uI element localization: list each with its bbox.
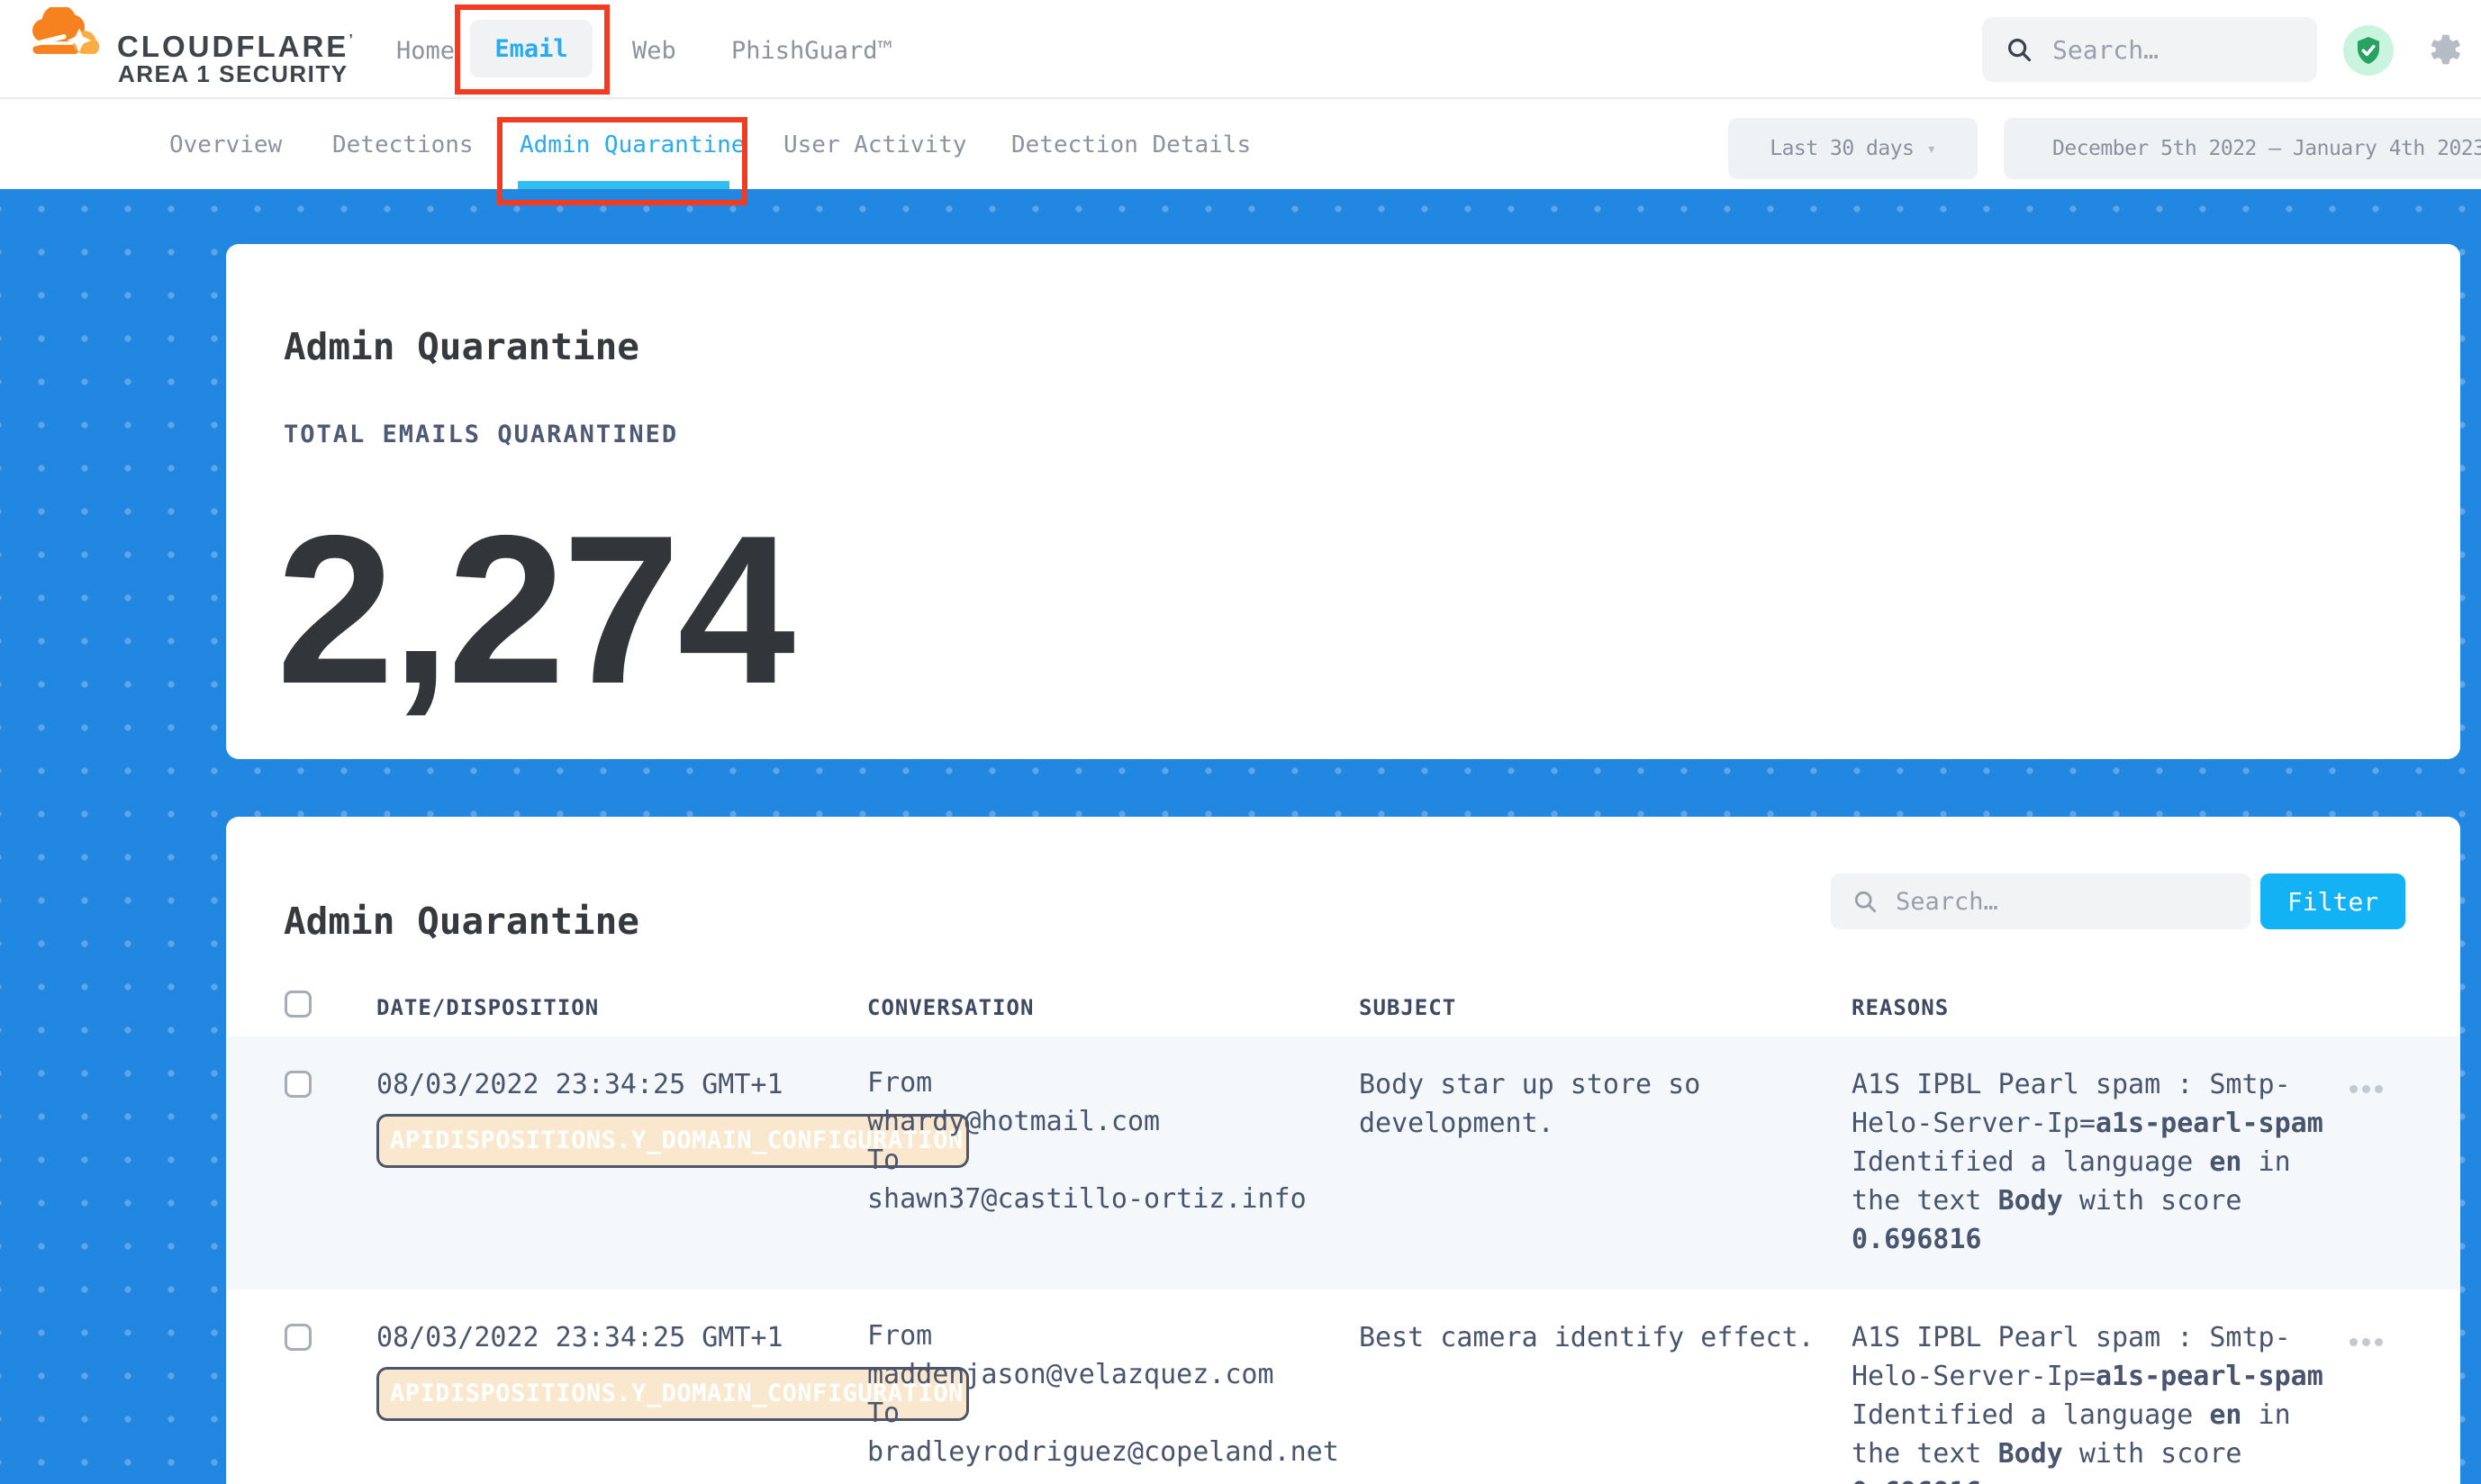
chevron-down-icon: ▾ [1926, 140, 1935, 158]
global-search-input[interactable] [2051, 34, 2270, 66]
row-subject: Best camera identify effect. [1359, 1318, 1850, 1357]
row-subject: Body star up store so development. [1359, 1065, 1850, 1143]
area1-dashboard: CLOUDFLARE’ AREA 1 SECURITY Home Email W… [0, 0, 2481, 1484]
row-conversation: Frommaddenjason@velazquez.comTobradleyro… [867, 1317, 1372, 1471]
filter-button[interactable]: Filter [2260, 873, 2405, 929]
summary-card-title: Admin Quarantine [284, 325, 639, 368]
search-icon [1852, 889, 1878, 914]
row-checkbox[interactable] [285, 1071, 312, 1098]
date-range-label: December 5th 2022 — January 4th 2023 [2052, 137, 2481, 160]
nav-item-phishguard[interactable]: PhishGuard™ [731, 37, 892, 65]
protection-status-badge[interactable] [2343, 25, 2394, 76]
select-all-checkbox[interactable] [285, 991, 312, 1018]
tab-admin-quarantine[interactable]: Admin Quarantine [520, 131, 745, 158]
brand-trademark: ’ [349, 32, 352, 48]
column-header-conversation[interactable]: CONVERSATION [867, 995, 1034, 1020]
quarantine-table-card: Admin Quarantine Filter DATE/DISPOSITION… [226, 817, 2460, 1484]
table-search [1831, 873, 2250, 929]
nav-item-email-label: Email [494, 35, 567, 63]
row-actions-ellipsis-icon[interactable] [2350, 1338, 2383, 1346]
row-reasons: A1S IPBL Pearl spam : Smtp-Helo-Server-I… [1852, 1318, 2333, 1484]
table-row[interactable]: 08/03/2022 23:34:25 GMT+1 APIDISPOSITION… [226, 1289, 2460, 1484]
row-conversation: Fromwhardy@hotmail.comToshawn37@castillo… [867, 1063, 1372, 1218]
time-range-dropdown[interactable]: Last 30 days ▾ [1728, 118, 1978, 179]
total-quarantined-label: TOTAL EMAILS QUARANTINED [284, 421, 678, 448]
row-date: 08/03/2022 23:34:25 GMT+1 [376, 1318, 783, 1357]
row-checkbox[interactable] [285, 1324, 312, 1351]
tab-detections[interactable]: Detections [332, 131, 474, 158]
row-reasons: A1S IPBL Pearl spam : Smtp-Helo-Server-I… [1852, 1065, 2333, 1259]
shield-check-icon [2352, 34, 2385, 67]
cloudflare-logo-icon[interactable] [27, 7, 110, 58]
active-tab-underline [518, 181, 729, 189]
nav-item-email[interactable]: Email [470, 20, 593, 77]
nav-item-web[interactable]: Web [632, 37, 676, 65]
table-row[interactable]: 08/03/2022 23:34:25 GMT+1 APIDISPOSITION… [226, 1036, 2460, 1289]
table-card-title: Admin Quarantine [284, 900, 639, 943]
total-quarantined-value: 2,274 [276, 503, 792, 715]
settings-gear-icon[interactable] [2421, 28, 2464, 71]
quarantine-summary-card: Admin Quarantine TOTAL EMAILS QUARANTINE… [226, 244, 2460, 759]
tab-user-activity[interactable]: User Activity [783, 131, 967, 158]
top-bar: CLOUDFLARE’ AREA 1 SECURITY Home Email W… [0, 0, 2481, 99]
tab-overview[interactable]: Overview [169, 131, 282, 158]
global-search [1982, 17, 2317, 82]
time-range-label: Last 30 days [1770, 137, 1914, 160]
column-header-date-disposition[interactable]: DATE/DISPOSITION [376, 995, 599, 1020]
brand-cloudflare: CLOUDFLARE’ [117, 30, 353, 64]
search-icon [2006, 36, 2033, 63]
brand-area1-security: AREA 1 SECURITY [118, 60, 349, 88]
email-sub-nav: Overview Detections Admin Quarantine Use… [0, 99, 2481, 189]
column-header-reasons[interactable]: REASONS [1852, 995, 1949, 1020]
nav-item-home[interactable]: Home [396, 37, 455, 65]
date-range-picker[interactable]: December 5th 2022 — January 4th 2023 [2004, 118, 2481, 179]
table-search-input[interactable] [1894, 887, 2195, 917]
row-actions-ellipsis-icon[interactable] [2350, 1085, 2383, 1093]
column-header-subject[interactable]: SUBJECT [1359, 995, 1456, 1020]
row-date: 08/03/2022 23:34:25 GMT+1 [376, 1065, 783, 1104]
tab-detection-details[interactable]: Detection Details [1011, 131, 1251, 158]
